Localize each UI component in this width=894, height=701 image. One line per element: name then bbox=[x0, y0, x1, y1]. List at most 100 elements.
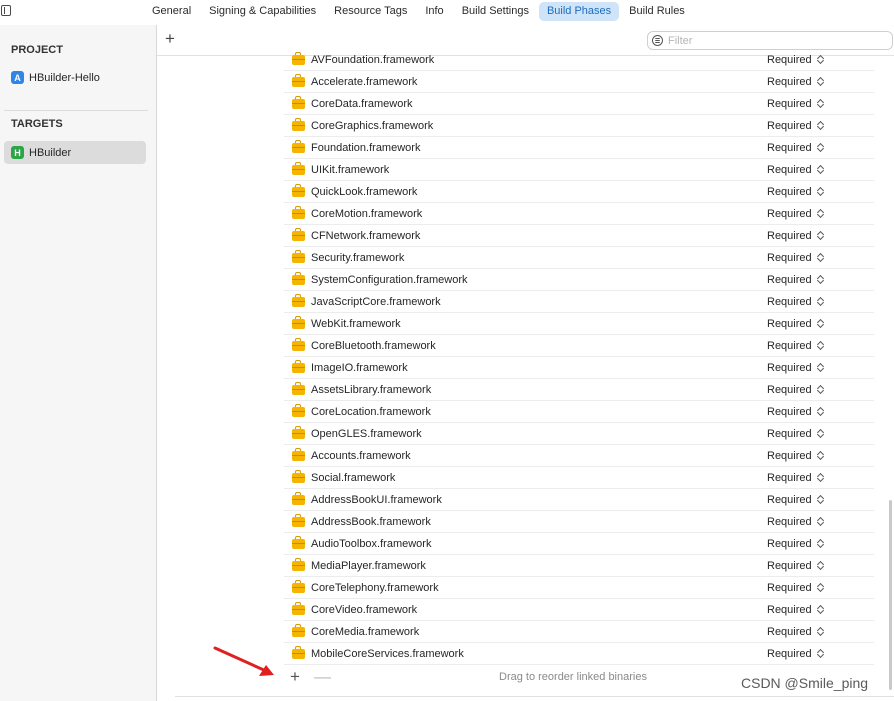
up-down-chevron-icon[interactable] bbox=[817, 449, 825, 462]
up-down-chevron-icon[interactable] bbox=[817, 295, 825, 308]
status-popup[interactable]: Required bbox=[767, 252, 812, 264]
status-popup[interactable]: Required bbox=[767, 362, 812, 374]
framework-row[interactable]: QuickLook.framework Required bbox=[284, 181, 874, 203]
up-down-chevron-icon[interactable] bbox=[817, 97, 825, 110]
target-item-hbuilder[interactable]: H HBuilder bbox=[4, 141, 146, 164]
up-down-chevron-icon[interactable] bbox=[817, 207, 825, 220]
framework-row[interactable]: MobileCoreServices.framework Required bbox=[284, 643, 874, 665]
framework-row[interactable]: JavaScriptCore.framework Required bbox=[284, 291, 874, 313]
up-down-chevron-icon[interactable] bbox=[817, 559, 825, 572]
filter-field[interactable] bbox=[647, 31, 893, 50]
filter-input[interactable] bbox=[668, 34, 868, 47]
up-down-chevron-icon[interactable] bbox=[817, 405, 825, 418]
framework-row[interactable]: WebKit.framework Required bbox=[284, 313, 874, 335]
framework-row[interactable]: CoreVideo.framework Required bbox=[284, 599, 874, 621]
up-down-chevron-icon[interactable] bbox=[817, 185, 825, 198]
up-down-chevron-icon[interactable] bbox=[817, 515, 825, 528]
up-down-chevron-icon[interactable] bbox=[817, 625, 825, 638]
status-popup[interactable]: Required bbox=[767, 560, 812, 572]
add-framework-button[interactable]: + bbox=[290, 668, 300, 686]
status-popup[interactable]: Required bbox=[767, 450, 812, 462]
framework-row[interactable]: CoreMotion.framework Required bbox=[284, 203, 874, 225]
up-down-chevron-icon[interactable] bbox=[817, 251, 825, 264]
status-popup[interactable]: Required bbox=[767, 120, 812, 132]
up-down-chevron-icon[interactable] bbox=[817, 229, 825, 242]
tab-resource-tags[interactable]: Resource Tags bbox=[326, 2, 415, 21]
framework-row[interactable]: AssetsLibrary.framework Required bbox=[284, 379, 874, 401]
framework-row[interactable]: Social.framework Required bbox=[284, 467, 874, 489]
status-popup[interactable]: Required bbox=[767, 582, 812, 594]
add-build-phase-button[interactable]: + bbox=[165, 30, 175, 48]
tab-build-phases[interactable]: Build Phases bbox=[538, 2, 620, 21]
status-popup[interactable]: Required bbox=[767, 516, 812, 528]
up-down-chevron-icon[interactable] bbox=[817, 493, 825, 506]
framework-row[interactable]: Foundation.framework Required bbox=[284, 137, 874, 159]
up-down-chevron-icon[interactable] bbox=[817, 647, 825, 660]
framework-row[interactable]: CoreTelephony.framework Required bbox=[284, 577, 874, 599]
framework-row[interactable]: Accounts.framework Required bbox=[284, 445, 874, 467]
status-popup[interactable]: Required bbox=[767, 384, 812, 396]
status-popup[interactable]: Required bbox=[767, 318, 812, 330]
status-popup[interactable]: Required bbox=[767, 76, 812, 88]
framework-row[interactable]: CoreGraphics.framework Required bbox=[284, 115, 874, 137]
sidebar-toggle-icon[interactable] bbox=[1, 5, 11, 16]
vertical-scrollbar[interactable] bbox=[889, 500, 892, 690]
up-down-chevron-icon[interactable] bbox=[817, 581, 825, 594]
status-popup[interactable]: Required bbox=[767, 54, 812, 66]
framework-row[interactable]: OpenGLES.framework Required bbox=[284, 423, 874, 445]
framework-row[interactable]: CoreBluetooth.framework Required bbox=[284, 335, 874, 357]
up-down-chevron-icon[interactable] bbox=[817, 603, 825, 616]
framework-row[interactable]: Accelerate.framework Required bbox=[284, 71, 874, 93]
up-down-chevron-icon[interactable] bbox=[817, 75, 825, 88]
up-down-chevron-icon[interactable] bbox=[817, 383, 825, 396]
tab-build-settings[interactable]: Build Settings bbox=[454, 2, 537, 21]
up-down-chevron-icon[interactable] bbox=[817, 317, 825, 330]
up-down-chevron-icon[interactable] bbox=[817, 163, 825, 176]
framework-row[interactable]: ImageIO.framework Required bbox=[284, 357, 874, 379]
tab-info[interactable]: Info bbox=[417, 2, 451, 21]
up-down-chevron-icon[interactable] bbox=[817, 273, 825, 286]
framework-row[interactable]: UIKit.framework Required bbox=[284, 159, 874, 181]
up-down-chevron-icon[interactable] bbox=[817, 53, 825, 66]
framework-row[interactable]: CoreMedia.framework Required bbox=[284, 621, 874, 643]
tab-build-rules[interactable]: Build Rules bbox=[621, 2, 693, 21]
framework-row[interactable]: SystemConfiguration.framework Required bbox=[284, 269, 874, 291]
status-popup[interactable]: Required bbox=[767, 472, 812, 484]
framework-row[interactable]: AddressBook.framework Required bbox=[284, 511, 874, 533]
status-popup[interactable]: Required bbox=[767, 230, 812, 242]
tab-general[interactable]: General bbox=[144, 2, 199, 21]
status-popup[interactable]: Required bbox=[767, 428, 812, 440]
framework-row[interactable]: Security.framework Required bbox=[284, 247, 874, 269]
status-popup[interactable]: Required bbox=[767, 208, 812, 220]
up-down-chevron-icon[interactable] bbox=[817, 427, 825, 440]
framework-row[interactable]: CoreData.framework Required bbox=[284, 93, 874, 115]
up-down-chevron-icon[interactable] bbox=[817, 141, 825, 154]
framework-row[interactable]: AVFoundation.framework Required bbox=[284, 49, 874, 71]
status-popup[interactable]: Required bbox=[767, 626, 812, 638]
status-popup[interactable]: Required bbox=[767, 538, 812, 550]
status-popup[interactable]: Required bbox=[767, 604, 812, 616]
framework-row[interactable]: CoreLocation.framework Required bbox=[284, 401, 874, 423]
status-popup[interactable]: Required bbox=[767, 164, 812, 176]
framework-row[interactable]: AudioToolbox.framework Required bbox=[284, 533, 874, 555]
status-popup[interactable]: Required bbox=[767, 648, 812, 660]
status-popup[interactable]: Required bbox=[767, 142, 812, 154]
status-popup[interactable]: Required bbox=[767, 186, 812, 198]
up-down-chevron-icon[interactable] bbox=[817, 537, 825, 550]
status-popup[interactable]: Required bbox=[767, 406, 812, 418]
framework-row[interactable]: CFNetwork.framework Required bbox=[284, 225, 874, 247]
framework-row[interactable]: MediaPlayer.framework Required bbox=[284, 555, 874, 577]
framework-row[interactable]: AddressBookUI.framework Required bbox=[284, 489, 874, 511]
remove-framework-button[interactable]: — bbox=[314, 668, 331, 686]
up-down-chevron-icon[interactable] bbox=[817, 339, 825, 352]
status-popup[interactable]: Required bbox=[767, 494, 812, 506]
status-popup[interactable]: Required bbox=[767, 98, 812, 110]
status-popup[interactable]: Required bbox=[767, 340, 812, 352]
project-item[interactable]: A HBuilder-Hello bbox=[11, 71, 100, 84]
up-down-chevron-icon[interactable] bbox=[817, 119, 825, 132]
up-down-chevron-icon[interactable] bbox=[817, 361, 825, 374]
up-down-chevron-icon[interactable] bbox=[817, 471, 825, 484]
tab-signing-capabilities[interactable]: Signing & Capabilities bbox=[201, 2, 324, 21]
status-popup[interactable]: Required bbox=[767, 296, 812, 308]
status-popup[interactable]: Required bbox=[767, 274, 812, 286]
